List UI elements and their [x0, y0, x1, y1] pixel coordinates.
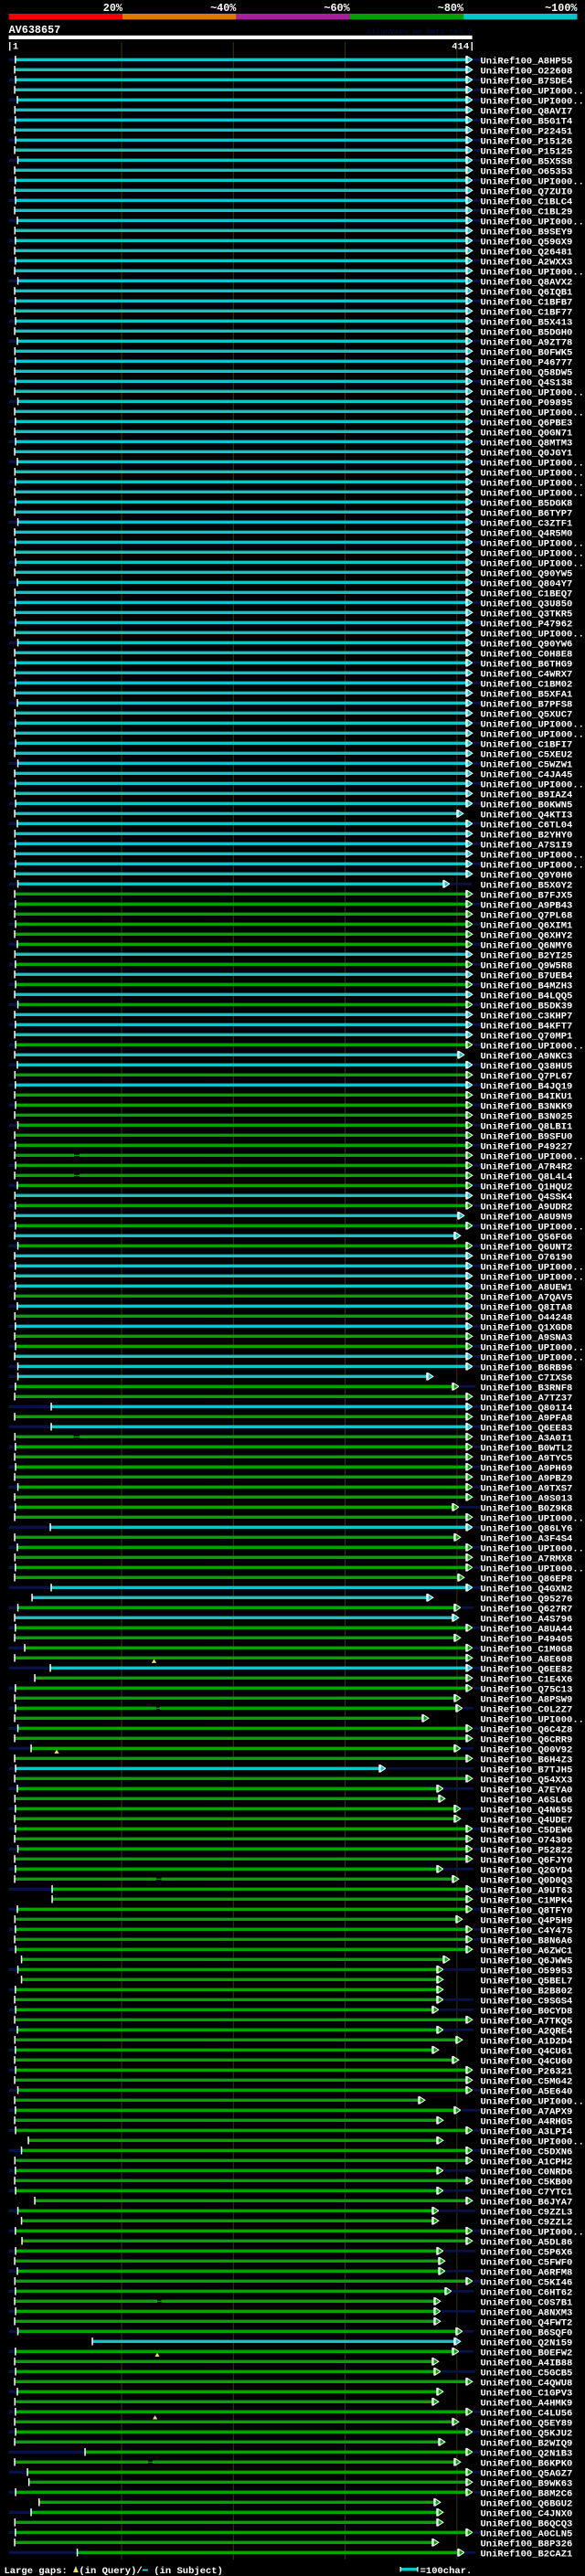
svg-text:(in Subject): (in Subject) — [148, 2566, 223, 2576]
svg-text:AlignView.pm Beta rel.7: AlignView.pm Beta rel.7 — [367, 27, 473, 37]
svg-text:~100%: ~100% — [545, 2, 578, 15]
svg-text:20%: 20% — [103, 2, 123, 15]
svg-text:AV638657: AV638657 — [9, 24, 61, 37]
svg-text:=100char.: =100char. — [420, 2566, 473, 2576]
svg-text:~60%: ~60% — [324, 2, 350, 15]
svg-text:414|: 414| — [452, 42, 474, 53]
svg-text:~80%: ~80% — [438, 2, 464, 15]
svg-text:~40%: ~40% — [210, 2, 237, 15]
svg-text:Large gaps:: Large gaps: — [5, 2566, 74, 2576]
svg-text:(in Query)/: (in Query)/ — [79, 2566, 142, 2576]
svg-text:|1: |1 — [7, 42, 19, 53]
svg-text:UniRef100_B2CAZ1: UniRef100_B2CAZ1 — [481, 2549, 573, 2560]
